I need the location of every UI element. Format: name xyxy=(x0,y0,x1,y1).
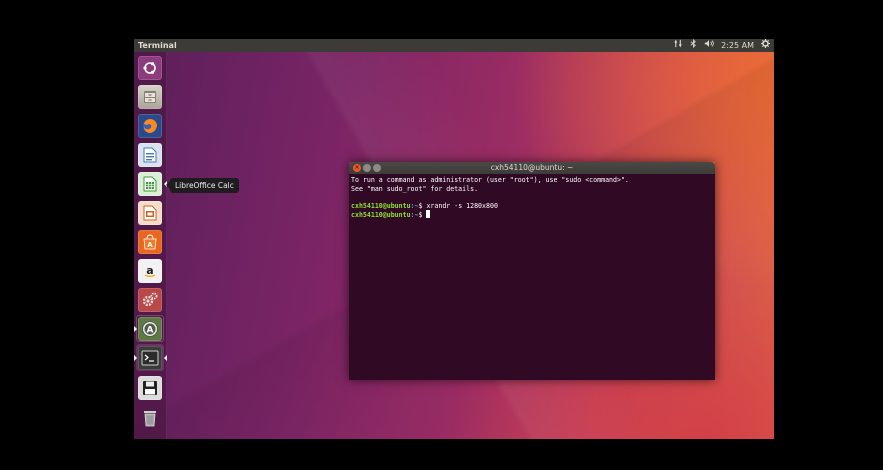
terminal-icon xyxy=(138,345,162,370)
settings-gear-icon[interactable] xyxy=(761,39,770,52)
launcher-item-settings[interactable] xyxy=(136,286,164,313)
launcher-item-software[interactable]: A xyxy=(136,228,164,255)
sudo-hint-line-1: To run a command as administrator (user … xyxy=(351,176,629,184)
launcher-item-updater[interactable]: A xyxy=(134,315,164,342)
software-bag-icon: A xyxy=(138,229,162,254)
active-app-title: Terminal xyxy=(138,41,177,50)
prompt-user: cxh54110@ubuntu xyxy=(351,201,411,210)
launcher-item-trash[interactable] xyxy=(136,404,164,431)
launcher-item-calc[interactable] xyxy=(136,170,167,197)
clock-label[interactable]: 2:25 AM xyxy=(721,39,754,52)
launcher-item-firefox[interactable] xyxy=(136,112,164,139)
launcher-item-amazon[interactable]: a xyxy=(136,257,164,284)
indicator-area: 2:25 AM xyxy=(674,39,770,52)
prompt-user: cxh54110@ubuntu xyxy=(351,211,411,220)
launcher-item-impress[interactable] xyxy=(136,199,164,226)
network-icon[interactable] xyxy=(674,39,683,52)
terminal-content[interactable]: To run a command as administrator (user … xyxy=(349,174,715,380)
writer-document-icon xyxy=(138,142,162,167)
launcher-dock: A a A xyxy=(134,52,167,439)
prompt-path: :~ xyxy=(410,201,419,210)
launcher-item-terminal[interactable] xyxy=(134,344,167,371)
svg-text:a: a xyxy=(146,264,153,277)
floppy-disk-icon xyxy=(138,375,162,400)
volume-icon[interactable] xyxy=(704,39,714,52)
file-cabinet-icon xyxy=(138,84,162,109)
desktop-screen: Terminal 2:25 AM A a A LibreOffice Calc … xyxy=(134,39,774,439)
terminal-titlebar[interactable]: × cxh54110@ubuntu: ~ xyxy=(349,162,715,174)
settings-gears-icon xyxy=(138,287,162,312)
launcher-tooltip: LibreOffice Calc xyxy=(166,178,239,193)
top-panel: Terminal 2:25 AM xyxy=(134,39,774,52)
svg-text:A: A xyxy=(147,325,154,335)
command-xrandr: xrandr -s 1280x800 xyxy=(426,201,498,210)
calc-spreadsheet-icon xyxy=(138,171,162,196)
trash-icon xyxy=(138,406,162,430)
firefox-icon xyxy=(138,113,162,138)
text-cursor xyxy=(426,210,431,219)
amazon-icon: a xyxy=(138,258,162,283)
ubuntu-logo-icon xyxy=(138,55,162,80)
updater-icon: A xyxy=(138,316,162,341)
prompt-path: :~ xyxy=(410,211,419,220)
launcher-item-writer[interactable] xyxy=(136,141,164,168)
launcher-item-save[interactable] xyxy=(136,374,164,401)
impress-presentation-icon xyxy=(138,200,162,225)
sudo-hint-line-2: See "man sudo_root" for details. xyxy=(351,184,479,193)
launcher-item-files[interactable] xyxy=(136,83,164,110)
prompt-symbol: $ xyxy=(418,211,427,220)
bluetooth-icon[interactable] xyxy=(690,39,697,52)
terminal-window[interactable]: × cxh54110@ubuntu: ~ To run a command as… xyxy=(349,162,715,380)
launcher-item-dash[interactable] xyxy=(136,54,164,81)
svg-text:A: A xyxy=(147,241,153,249)
terminal-window-title: cxh54110@ubuntu: ~ xyxy=(490,163,574,172)
